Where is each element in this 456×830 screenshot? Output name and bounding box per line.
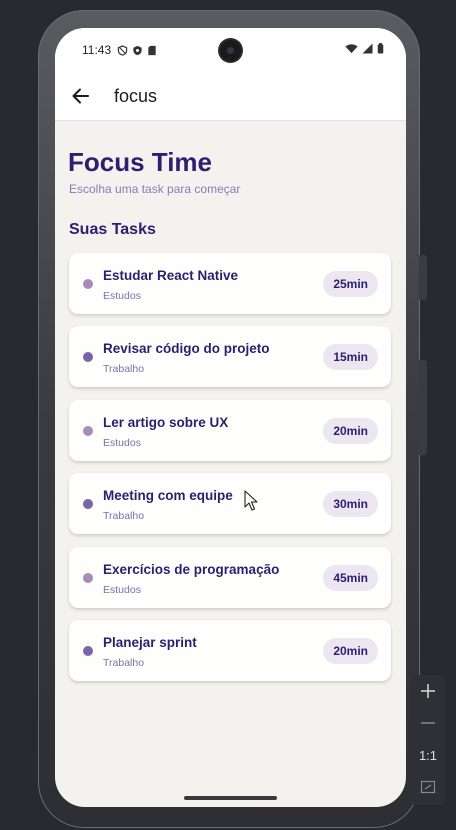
vpn-shield-icon [117, 44, 128, 56]
app-bar: focus [55, 72, 406, 121]
cellular-signal-icon [362, 43, 373, 54]
front-camera [220, 40, 241, 61]
plus-icon [421, 684, 435, 698]
task-name: Estudar React Native [103, 268, 239, 283]
home-indicator[interactable] [184, 796, 277, 800]
zoom-in-button[interactable] [411, 675, 445, 707]
page-subtitle: Escolha uma task para começar [69, 182, 241, 196]
task-card[interactable]: Revisar código do projeto Trabalho 15min [69, 326, 391, 387]
status-system-icons [345, 43, 384, 54]
fit-screen-button[interactable] [411, 771, 445, 803]
task-name: Planejar sprint [103, 635, 197, 650]
task-name: Meeting com equipe [103, 488, 233, 503]
task-dot [83, 352, 93, 362]
page-title: Focus Time [68, 147, 213, 177]
status-notification-icons [117, 44, 157, 56]
fit-screen-icon [420, 780, 436, 794]
arrow-back-icon [72, 88, 89, 104]
back-button[interactable] [68, 84, 92, 108]
task-card[interactable]: Meeting com equipe Trabalho 30min [69, 473, 391, 534]
app-bar-title: focus [114, 85, 158, 106]
task-dot [83, 499, 93, 509]
wifi-icon [345, 44, 358, 54]
zoom-out-button[interactable] [411, 707, 445, 739]
emulator-zoom-panel: 1:1 [411, 675, 445, 805]
task-duration-badge: 15min [323, 344, 378, 370]
zoom-reset-label: 1:1 [418, 747, 438, 763]
zoom-reset-button[interactable]: 1:1 [411, 739, 445, 771]
status-time: 11:43 [82, 43, 112, 57]
task-duration-badge: 20min [323, 638, 378, 664]
security-shield-icon [133, 45, 142, 55]
task-dot [83, 573, 93, 583]
task-card[interactable]: Planejar sprint Trabalho 20min [69, 620, 391, 681]
section-title: Suas Tasks [69, 221, 156, 238]
phone-screen: 11:43 focus Focus Time Escolha uma task … [55, 28, 406, 807]
battery-icon [377, 43, 384, 54]
task-dot [83, 279, 93, 289]
task-name: Ler artigo sobre UX [103, 415, 229, 430]
mouse-pointer-icon [244, 490, 258, 511]
task-card[interactable]: Ler artigo sobre UX Estudos 20min [69, 400, 391, 461]
task-duration-badge: 25min [323, 271, 378, 297]
task-category: Trabalho [103, 510, 145, 522]
sd-card-icon [148, 45, 156, 55]
task-dot [83, 646, 93, 656]
minus-icon [421, 722, 435, 724]
task-name: Revisar código do projeto [103, 341, 270, 356]
task-card[interactable]: Exercícios de programação Estudos 45min [69, 547, 391, 608]
power-button [419, 255, 427, 300]
task-duration-badge: 45min [323, 565, 378, 591]
task-name: Exercícios de programação [103, 562, 280, 577]
task-duration-badge: 20min [323, 418, 378, 444]
task-category: Estudos [103, 584, 141, 596]
task-card[interactable]: Estudar React Native Estudos 25min [69, 253, 391, 314]
task-category: Estudos [103, 437, 141, 449]
task-category: Trabalho [103, 657, 145, 669]
task-dot [83, 426, 93, 436]
task-category: Estudos [103, 290, 141, 302]
volume-button [419, 360, 427, 455]
task-category: Trabalho [103, 363, 145, 375]
status-bar: 11:43 [55, 28, 406, 72]
task-duration-badge: 30min [323, 491, 378, 517]
